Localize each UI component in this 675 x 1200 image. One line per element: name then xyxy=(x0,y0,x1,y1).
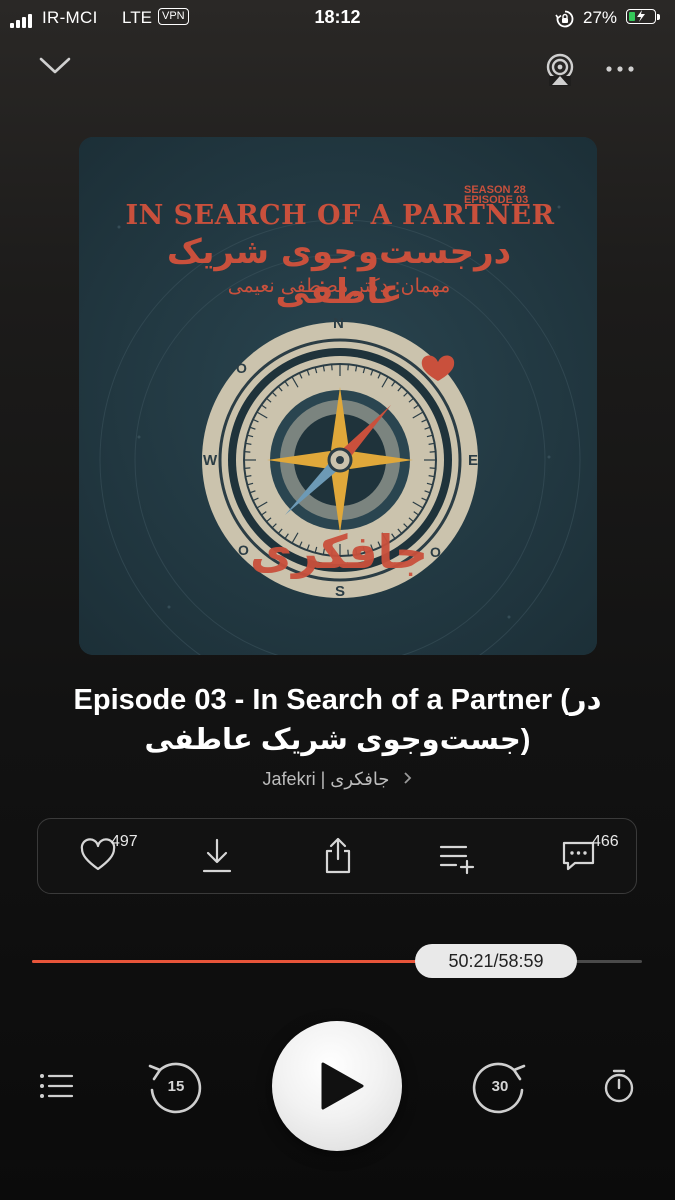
compass-east: E xyxy=(468,452,479,469)
more-horizontal-icon[interactable] xyxy=(604,56,636,87)
episode-actions-bar: 497 466 xyxy=(37,818,637,894)
play-icon xyxy=(321,1062,364,1110)
add-to-queue-button[interactable] xyxy=(438,837,478,880)
forward-seconds: 30 xyxy=(491,1078,509,1095)
share-button[interactable] xyxy=(321,837,355,880)
episode-title: Episode 03 - In Search of a Partner (در … xyxy=(73,684,602,756)
rewind-seconds: 15 xyxy=(167,1078,185,1095)
sleep-timer-icon xyxy=(604,1069,634,1103)
like-button[interactable]: 497 xyxy=(79,833,138,880)
rewind-button[interactable]: 15 xyxy=(144,1056,204,1116)
queue-list-icon xyxy=(40,1074,74,1098)
forward-button[interactable]: 30 xyxy=(470,1056,530,1116)
download-button[interactable] xyxy=(200,837,234,880)
sleep-timer-button[interactable] xyxy=(602,1068,636,1109)
podcast-artwork: SEASON 28 EPISODE 03 IN SEARCH OF A PART… xyxy=(79,137,597,655)
compass-west: W xyxy=(203,452,218,469)
compass-north: N xyxy=(333,315,344,332)
comment-count: 466 xyxy=(592,833,619,850)
airplay-icon[interactable] xyxy=(540,50,580,95)
chevron-down-icon[interactable] xyxy=(38,55,72,82)
like-count: 497 xyxy=(111,833,138,850)
comments-button[interactable]: 466 xyxy=(560,833,619,880)
add-to-queue-icon xyxy=(439,845,475,875)
rotation-lock-icon xyxy=(555,9,575,34)
play-button[interactable] xyxy=(272,1021,402,1151)
status-bar: IR-MCI LTE VPN 18:12 27% xyxy=(0,0,675,36)
compass-south: S xyxy=(335,583,346,600)
podcast-name: Jafekri | جافکری xyxy=(262,769,390,789)
podcast-link[interactable]: Jafekri | جافکری xyxy=(0,769,675,790)
chevron-right-icon xyxy=(403,769,412,790)
artwork-brand: جافکری xyxy=(249,525,429,579)
battery-percent: 27% xyxy=(583,8,618,27)
playback-time[interactable]: 50:21/58:59 xyxy=(415,944,577,978)
share-icon xyxy=(325,837,351,874)
compass-o-1: O xyxy=(236,360,247,376)
download-icon xyxy=(202,838,232,873)
queue-button[interactable] xyxy=(38,1070,74,1107)
battery-icon xyxy=(626,9,660,24)
